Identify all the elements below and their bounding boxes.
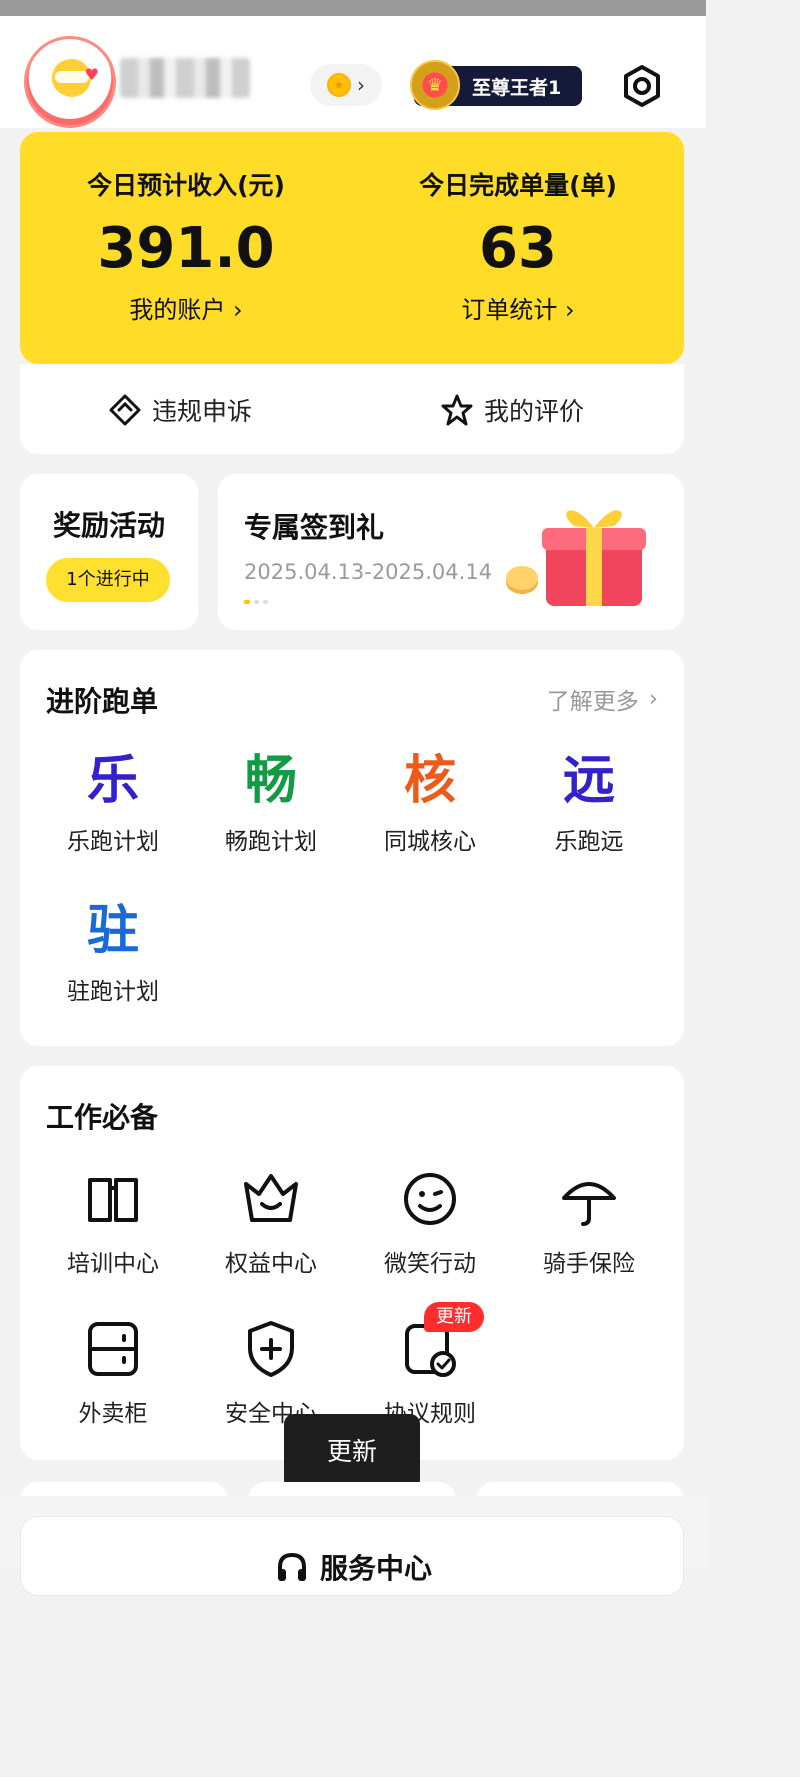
advance-glyph: 驻 <box>86 901 139 961</box>
advance-label: 驻跑计划 <box>67 979 159 1005</box>
carousel-dot <box>263 600 268 604</box>
advance-label: 乐跑远 <box>554 829 624 855</box>
order-stats-label: 订单统计 <box>461 296 558 324</box>
signin-date: 2025.04.13-2025.04.14 <box>244 560 493 584</box>
work-item[interactable]: 微笑行动 <box>355 1168 505 1278</box>
advance-label: 乐跑计划 <box>67 829 159 855</box>
income-column: 今日预计收入(元) 391.0 我的账户 › <box>20 166 352 325</box>
advance-label: 同城核心 <box>384 829 476 855</box>
advance-glyph: 远 <box>562 751 615 811</box>
heart-icon: ♥ <box>84 65 99 84</box>
locker-icon <box>88 1322 138 1376</box>
work-label: 骑手保险 <box>543 1251 635 1277</box>
appeal-button[interactable]: 违规申诉 <box>108 390 252 430</box>
orders-value: 63 <box>479 216 557 281</box>
work-label: 权益中心 <box>225 1251 317 1277</box>
appeal-label: 违规申诉 <box>152 397 253 426</box>
avatar[interactable]: ♥ <box>24 36 116 128</box>
chevron-right-icon: › <box>357 73 365 97</box>
status-bar <box>0 0 706 16</box>
advance-item[interactable]: 驻 驻跑计划 <box>38 900 188 1006</box>
rating-label: 我的评价 <box>484 397 585 426</box>
advance-glyph: 畅 <box>244 751 297 811</box>
reward-title: 奖励活动 <box>52 509 165 542</box>
actions-strip: 违规申诉 我的评价 <box>20 364 684 454</box>
star-icon <box>441 394 473 426</box>
advance-item[interactable]: 核 同城核心 <box>355 750 505 856</box>
work-label: 培训中心 <box>67 1251 159 1277</box>
book-icon <box>88 1178 138 1222</box>
crown-icon <box>244 1174 298 1222</box>
signin-title: 专属签到礼 <box>244 511 385 544</box>
coin-icon: ★ <box>327 73 351 97</box>
gift-icon <box>506 510 646 606</box>
appeal-icon <box>109 394 141 426</box>
work-card: 工作必备 培训中心 权益中心 微笑行动 骑手保险 外卖柜 安全中心 协议规则 <box>20 1066 684 1460</box>
advance-item[interactable]: 远 乐跑远 <box>514 750 664 856</box>
chevron-right-icon: › <box>648 686 658 712</box>
reward-badge: 1个进行中 <box>46 558 170 602</box>
work-label: 外卖柜 <box>78 1401 148 1427</box>
shield-icon <box>248 1321 294 1377</box>
crown-crest-icon: ♛ <box>410 60 460 110</box>
advance-glyph: 乐 <box>86 751 139 811</box>
advance-card: 进阶跑单 了解更多 › 乐 乐跑计划 畅 畅跑计划 核 同城核心 远 乐跑远 驻… <box>20 650 684 1046</box>
income-card: 今日预计收入(元) 391.0 我的账户 › 今日完成单量(单) 63 订单统计… <box>20 132 684 364</box>
learn-more-label: 了解更多 <box>546 689 639 715</box>
update-tooltip[interactable]: 更新 <box>284 1414 420 1490</box>
my-account-label: 我的账户 <box>129 296 226 324</box>
orders-label: 今日完成单量(单) <box>419 171 617 200</box>
work-item[interactable]: 外卖柜 <box>38 1318 188 1428</box>
order-stats-link[interactable]: 订单统计 › <box>352 290 684 325</box>
income-value: 391.0 <box>97 216 275 281</box>
carousel-dot <box>254 600 259 604</box>
advance-label: 畅跑计划 <box>225 829 317 855</box>
work-label: 微笑行动 <box>384 1251 476 1277</box>
username-blurred <box>120 58 250 98</box>
service-title: 服务中心 <box>319 1552 432 1585</box>
rank-label: 至尊王者1 <box>472 76 562 99</box>
income-label: 今日预计收入(元) <box>87 171 285 200</box>
work-item[interactable]: 协议规则 <box>355 1318 505 1428</box>
service-header: 服务中心 <box>21 1547 685 1587</box>
reward-card[interactable]: 奖励活动 1个进行中 <box>20 474 198 630</box>
orders-column: 今日完成单量(单) 63 订单统计 › <box>352 166 684 325</box>
headset-icon <box>277 1552 306 1581</box>
my-account-link[interactable]: 我的账户 › <box>20 290 352 325</box>
smile-icon <box>404 1173 456 1225</box>
settings-icon[interactable] <box>620 64 664 108</box>
coin-button[interactable]: ★ › <box>310 64 382 106</box>
carousel-dot <box>244 600 250 604</box>
umbrella-icon <box>562 1182 616 1226</box>
advance-item[interactable]: 乐 乐跑计划 <box>38 750 188 856</box>
carousel-dots <box>244 600 268 604</box>
rank-badge[interactable]: ♛ 至尊王者1 <box>410 60 582 110</box>
signin-card[interactable]: 专属签到礼 2025.04.13-2025.04.14 <box>218 474 684 630</box>
work-item[interactable]: 培训中心 <box>38 1168 188 1278</box>
service-card[interactable]: 服务中心 <box>20 1516 684 1596</box>
learn-more-link[interactable]: 了解更多 › <box>547 682 658 716</box>
advance-item[interactable]: 畅 畅跑计划 <box>196 750 346 856</box>
rating-button[interactable]: 我的评价 <box>440 390 584 430</box>
advance-title: 进阶跑单 <box>46 685 159 718</box>
work-item[interactable]: 权益中心 <box>196 1168 346 1278</box>
new-badge: 更新 <box>424 1302 484 1332</box>
work-title: 工作必备 <box>46 1101 159 1134</box>
advance-glyph: 核 <box>403 751 456 811</box>
work-item[interactable]: 安全中心 <box>196 1318 346 1428</box>
work-item[interactable]: 骑手保险 <box>514 1168 664 1278</box>
header: ♥ ★ › ♛ 至尊王者1 <box>0 16 706 128</box>
